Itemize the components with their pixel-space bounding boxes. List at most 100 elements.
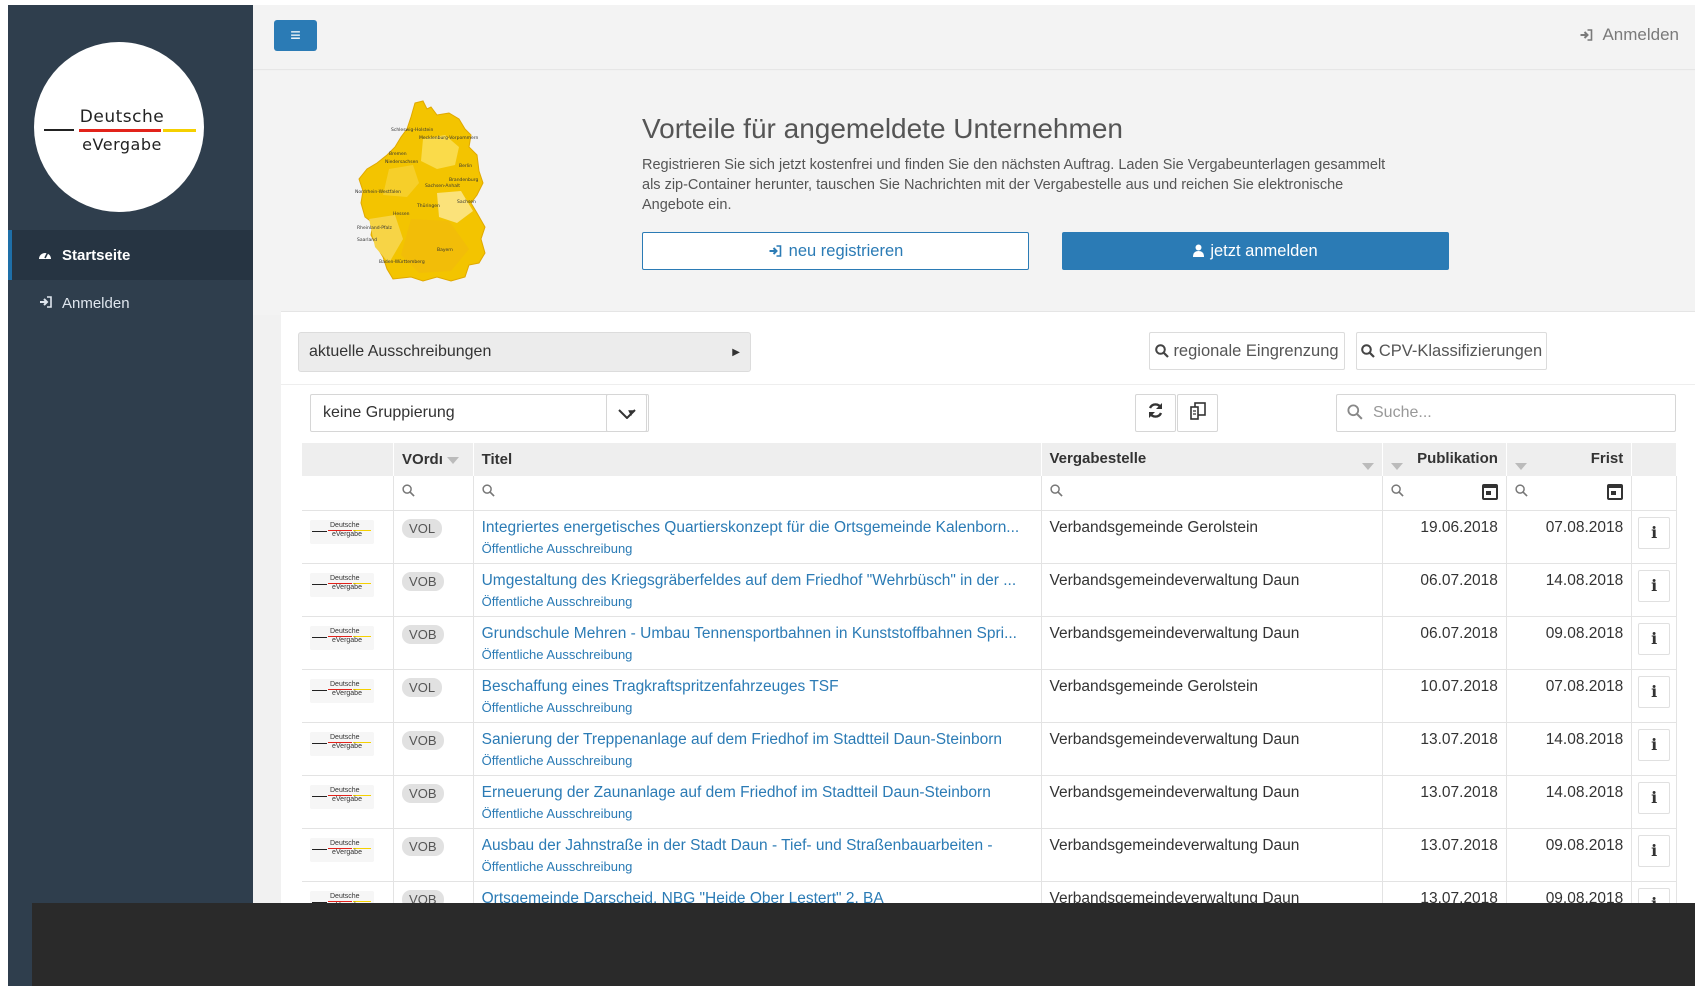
title-cell: Grundschule Mehren - Umbau Tennensportba… [473, 616, 1042, 670]
frist-cell: 07.08.2018 [1506, 510, 1633, 564]
logo-line-black [44, 129, 74, 131]
procedure-type-link[interactable]: Öffentliche Ausschreibung [482, 594, 1033, 609]
info-button[interactable]: i [1638, 781, 1671, 814]
table-row[interactable]: Deutsche eVergabe VOB Ausbau der Jahnstraße… [302, 828, 1677, 882]
filter-icon[interactable] [1390, 462, 1403, 470]
caret-right-icon: ▶ [732, 346, 740, 358]
row-logo-text: eVergabe [332, 530, 362, 538]
filter-cell [1631, 476, 1677, 511]
filter-cell-vordnung[interactable] [393, 476, 474, 511]
row-logo-text: Deutsche [330, 733, 360, 741]
evergabe-logo: DeutscheeVergabe [310, 837, 374, 862]
expand-grouping-button[interactable] [606, 394, 647, 432]
row-logo-cell: DeutscheeVergabe [302, 669, 395, 723]
search-input[interactable]: Suche... [1336, 394, 1676, 432]
menu-icon: ≡ [290, 25, 301, 45]
row-logo-text: Deutsche [330, 892, 360, 900]
login-button-label: jetzt anmelden [1210, 241, 1318, 260]
evergabe-logo: DeutscheeVergabe [310, 625, 374, 650]
column-header-vergabestelle[interactable]: Vergabestelle [1041, 443, 1383, 476]
tender-title-link[interactable]: Erneuerung der Zaunanlage auf dem Friedh… [482, 784, 1033, 802]
register-button[interactable]: neu registrieren [642, 232, 1029, 270]
grouping-select-value: keine Gruppierung [323, 404, 455, 421]
logo-line-black [312, 583, 327, 585]
info-icon: i [1651, 682, 1658, 701]
sign-in-icon [36, 295, 54, 311]
info-icon: i [1651, 788, 1658, 807]
search-icon [1155, 342, 1173, 361]
filter-cell-publikation[interactable] [1382, 476, 1507, 511]
row-logo-text: eVergabe [332, 742, 362, 750]
tender-title-link[interactable]: Beschaffung eines Tragkraftspritzenfahrz… [482, 678, 1033, 696]
vordnung-badge: VOL [402, 677, 443, 697]
vergabestelle-text: Verbandsgemeindeverwaltung Daun [1049, 571, 1300, 589]
vergabestelle-text: Verbandsgemeinde Gerolstein [1049, 518, 1259, 536]
tab-aktuelle-ausschreibungen[interactable]: aktuelle Ausschreibungen ▶ [298, 332, 751, 372]
refresh-button[interactable] [1135, 394, 1176, 432]
calendar-icon[interactable] [1607, 484, 1624, 501]
info-button[interactable]: i [1638, 569, 1671, 602]
grouping-select[interactable]: keine Gruppierung ▼ [310, 394, 649, 432]
table-row[interactable]: Deutsche eVergabe VOB Umgestaltung des Krie… [302, 563, 1677, 617]
vordnung-badge: VOB [402, 783, 444, 803]
table-row[interactable]: Deutsche eVergabe VOL Beschaffung eines Tra… [302, 669, 1677, 723]
procedure-type-link[interactable]: Öffentliche Ausschreibung [482, 753, 1033, 768]
filter-icon[interactable] [447, 456, 460, 464]
tender-title-link[interactable]: Sanierung der Treppenanlage auf dem Frie… [482, 731, 1033, 749]
procedure-type-link[interactable]: Öffentliche Ausschreibung [482, 647, 1033, 662]
logo[interactable]: Deutsche eVergabe [34, 42, 204, 212]
procedure-type-link[interactable]: Öffentliche Ausschreibung [482, 806, 1033, 821]
top-login-link[interactable]: Anmelden [1579, 25, 1679, 45]
filter-cell-frist[interactable] [1506, 476, 1633, 511]
frist-cell: 14.08.2018 [1506, 775, 1633, 829]
column-header-frist[interactable]: Frist [1506, 443, 1633, 476]
login-button[interactable]: jetzt anmelden [1062, 232, 1449, 270]
tender-title-link[interactable]: Umgestaltung des Kriegsgräberfeldes auf … [482, 572, 1033, 590]
hero-title: Vorteile für angemeldete Unternehmen [642, 113, 1123, 144]
info-button[interactable]: i [1638, 516, 1671, 549]
calendar-icon[interactable] [1481, 484, 1498, 501]
procedure-type-link[interactable]: Öffentliche Ausschreibung [482, 541, 1033, 556]
sidebar-item-anmelden[interactable]: Anmelden [8, 278, 253, 328]
column-header-publikation[interactable]: Publikation [1382, 443, 1507, 476]
evergabe-logo: DeutscheeVergabe [310, 678, 374, 703]
table-row[interactable]: Deutsche eVergabe VOB Erneuerung der Zaunan… [302, 775, 1677, 829]
filter-icon[interactable] [1514, 462, 1527, 470]
row-logo-text: Deutsche [330, 786, 360, 794]
map-label: Niedersachsen [385, 159, 418, 165]
procedure-type-link[interactable]: Öffentliche Ausschreibung [482, 700, 1033, 715]
row-logo-text: eVergabe [332, 848, 362, 856]
info-icon: i [1651, 629, 1658, 648]
filter-icon[interactable] [1361, 462, 1374, 470]
map-label: Baden-Württemberg [379, 259, 425, 265]
columns-toggle-button[interactable] [1177, 394, 1218, 432]
tender-title-link[interactable]: Grundschule Mehren - Umbau Tennensportba… [482, 625, 1033, 643]
info-button[interactable]: i [1638, 728, 1671, 761]
table-row[interactable]: Deutsche eVergabe VOL Integriertes energeti… [302, 510, 1677, 564]
vergabestelle-cell: Verbandsgemeinde Gerolstein [1041, 510, 1383, 564]
info-button[interactable]: i [1638, 675, 1671, 708]
tender-title-link[interactable]: Integriertes energetisches Quartierskonz… [482, 519, 1033, 537]
table-row[interactable]: Deutsche eVergabe VOB Sanierung der Treppen… [302, 722, 1677, 776]
frist-cell: 09.08.2018 [1506, 616, 1633, 670]
menu-toggle-button[interactable]: ≡ [274, 20, 317, 51]
filter-cell-vergabestelle[interactable] [1041, 476, 1383, 511]
sidebar-item-startseite[interactable]: Startseite [8, 230, 253, 280]
regional-filter-button[interactable]: regionale Eingrenzung [1149, 332, 1345, 370]
filter-cell-titel[interactable] [473, 476, 1042, 511]
vergabestelle-text: Verbandsgemeindeverwaltung Daun [1049, 836, 1300, 854]
column-header-info [1631, 443, 1677, 476]
row-logo-text: eVergabe [332, 583, 362, 591]
info-cell: i [1631, 510, 1677, 564]
search-icon [1391, 484, 1404, 501]
info-button[interactable]: i [1638, 834, 1671, 867]
sign-in-icon [768, 242, 789, 261]
column-header-vordnung[interactable]: VOrdı [393, 443, 474, 476]
column-header-titel[interactable]: Titel [473, 443, 1042, 476]
table-row[interactable]: Deutsche eVergabe VOB Grundschule Mehren - … [302, 616, 1677, 670]
cpv-filter-button[interactable]: CPV-Klassifizierungen [1356, 332, 1547, 370]
columns-icon [1189, 401, 1207, 425]
procedure-type-link[interactable]: Öffentliche Ausschreibung [482, 859, 1033, 874]
info-button[interactable]: i [1638, 622, 1671, 655]
tender-title-link[interactable]: Ausbau der Jahnstraße in der Stadt Daun … [482, 837, 1033, 855]
